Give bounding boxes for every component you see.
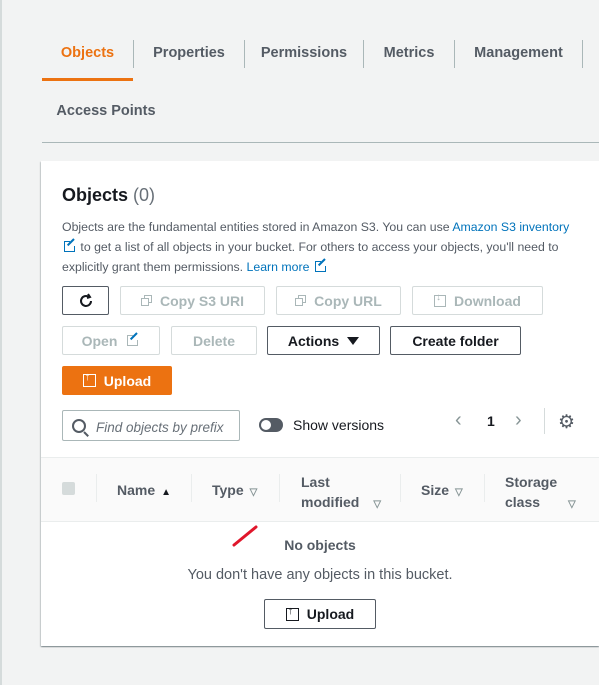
upload-label: Upload [103,372,152,389]
search-icon [72,419,86,433]
open-label: Open [81,332,118,349]
upload-icon [82,371,96,387]
tab-permissions[interactable]: Permissions [245,34,363,72]
create-folder-button[interactable]: Create folder [390,326,521,355]
sort-icon: ▽ [249,487,258,498]
tab-access-points[interactable]: Access Points [42,92,170,130]
column-label: class [505,494,541,510]
column-header-type[interactable]: Type ▽ [212,482,257,498]
upload-icon [285,605,299,621]
tab-management[interactable]: Management [455,34,582,72]
sort-icon: ▽ [455,487,463,498]
inventory-link[interactable]: Amazon S3 inventory [452,220,569,234]
objects-panel: Objects (0) Objects are the fundamental … [41,161,599,646]
gear-icon[interactable]: ⚙ [558,411,575,434]
active-tab-indicator [42,78,133,81]
column-divider [279,474,280,502]
copy-url-button[interactable]: Copy URL [276,286,401,315]
create-folder-label: Create folder [412,332,499,349]
description-text: to get a list of all objects in your buc… [62,240,559,274]
column-divider [191,474,192,502]
panel-title-text: Objects [62,185,129,205]
column-label: modified [301,494,360,510]
download-icon [434,292,447,307]
panel-title: Objects (0) [62,185,155,206]
actions-label: Actions [287,332,340,349]
table-header: Name ▲ Type ▽ Last modified ▽ Size ▽ Storage… [41,457,599,522]
copy-s3-uri-button[interactable]: Copy S3 URI [120,286,265,315]
tab-divider [582,40,583,68]
page-number[interactable]: 1 [487,413,495,429]
column-header-size[interactable]: Size ▽ [421,482,463,498]
copy-s3-uri-label: Copy S3 URI [159,292,244,309]
column-header-last-modified[interactable]: Last modified ▽ [301,472,381,515]
column-header-name[interactable]: Name ▲ [117,482,171,498]
refresh-icon [79,292,92,307]
delete-button[interactable]: Delete [171,326,257,355]
sort-ascending-icon: ▲ [161,487,172,498]
previous-page-icon[interactable]: ‹ [455,409,462,432]
empty-state-message: You don't have any objects in this bucke… [187,567,453,583]
column-label: Type [212,482,244,498]
select-all-checkbox[interactable] [62,482,75,495]
column-label: Storage [505,474,558,490]
empty-upload-button[interactable]: Upload [264,599,376,629]
sort-icon: ▽ [373,499,382,510]
external-link-icon [64,240,76,252]
column-header-storage-class[interactable]: Storage class ▽ [505,472,576,515]
tab-properties[interactable]: Properties [134,34,244,72]
copy-url-label: Copy URL [314,292,382,309]
external-link-icon [127,334,140,346]
sort-icon: ▽ [568,499,576,510]
delete-label: Delete [192,332,236,349]
column-divider [484,474,485,502]
tab-objects[interactable]: Objects [42,34,133,72]
open-button[interactable]: Open [62,326,160,355]
download-label: Download [454,292,521,309]
column-label: Size [421,482,450,498]
show-versions-toggle[interactable] [259,418,283,432]
copy-icon [140,295,152,306]
caret-down-icon [347,336,360,345]
column-label: Name [117,482,156,498]
search-box [62,410,240,441]
show-versions-label: Show versions [293,417,385,433]
object-count: (0) [133,185,156,205]
next-page-icon[interactable]: › [515,409,522,432]
upload-label: Upload [306,606,355,622]
learn-more-link[interactable]: Learn more [247,260,310,274]
column-divider [96,474,97,502]
external-link-icon [314,260,327,272]
bucket-tabs: Objects Properties Permissions Metrics M… [42,34,599,143]
search-input[interactable] [94,415,238,439]
panel-description: Objects are the fundamental entities sto… [62,217,582,277]
column-label: Last [301,474,330,490]
tab-metrics[interactable]: Metrics [364,34,454,72]
refresh-button[interactable] [62,286,109,315]
download-button[interactable]: Download [412,286,543,315]
upload-button[interactable]: Upload [62,366,172,395]
description-text: Objects are the fundamental entities sto… [62,220,453,234]
copy-icon [295,295,307,306]
column-divider [400,474,401,502]
actions-dropdown[interactable]: Actions [267,326,380,355]
pagination-divider [544,408,545,434]
empty-state-title: No objects [284,537,356,553]
